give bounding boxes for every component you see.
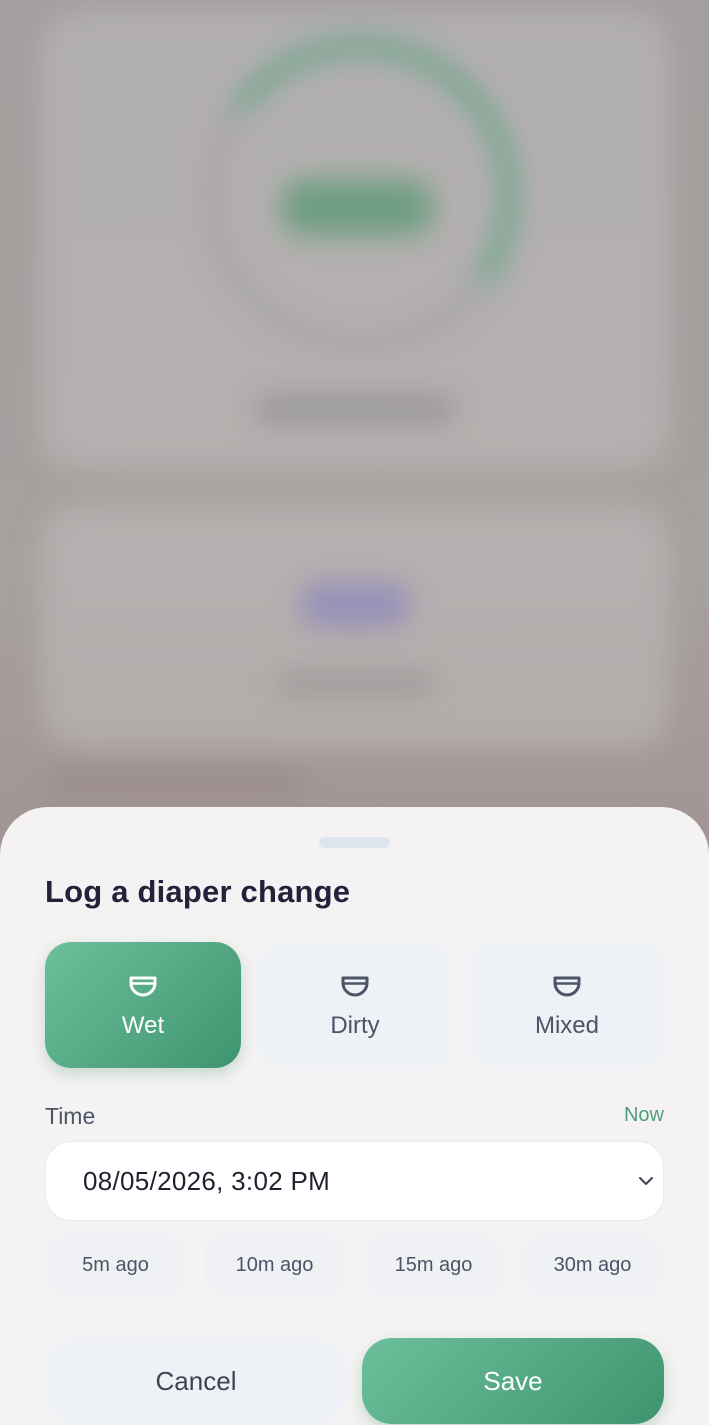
cancel-button[interactable]: Cancel [45,1338,347,1424]
type-label-mixed: Mixed [534,1012,600,1039]
background-summary-card [40,505,670,750]
background-blurred-heading [50,770,300,792]
diaper-icon [129,976,157,997]
now-button[interactable]: Now [624,1104,664,1127]
quick-time-5m-button[interactable]: 5m ago [45,1234,186,1296]
type-button-wet[interactable]: Wet [45,942,241,1068]
quick-time-10m-button[interactable]: 10m ago [204,1234,345,1296]
background-blurred-stat [300,582,410,627]
diaper-icon [341,976,369,997]
background-blurred-value [282,180,432,235]
datetime-value: 08/05/2026, 3:02 PM [83,1165,331,1196]
type-label-wet: Wet [121,1012,165,1039]
type-button-mixed[interactable]: Mixed [469,942,665,1068]
diaper-log-sheet: Log a diaper change Wet Dirty Mixed Time… [0,807,709,1425]
save-button[interactable]: Save [362,1338,664,1424]
sheet-drag-handle[interactable] [319,837,390,848]
time-label: Time [45,1103,96,1129]
chevron-down-icon[interactable] [637,1174,655,1188]
quick-time-15m-button[interactable]: 15m ago [363,1234,504,1296]
datetime-input[interactable]: 08/05/2026, 3:02 PM [45,1141,664,1221]
background-blurred-caption [255,398,455,420]
type-button-dirty[interactable]: Dirty [257,942,453,1068]
quick-time-30m-button[interactable]: 30m ago [522,1234,663,1296]
sheet-title: Log a diaper change [45,874,351,909]
diaper-icon [553,976,581,997]
type-label-dirty: Dirty [330,1012,380,1039]
background-blurred-caption-2 [275,675,435,693]
